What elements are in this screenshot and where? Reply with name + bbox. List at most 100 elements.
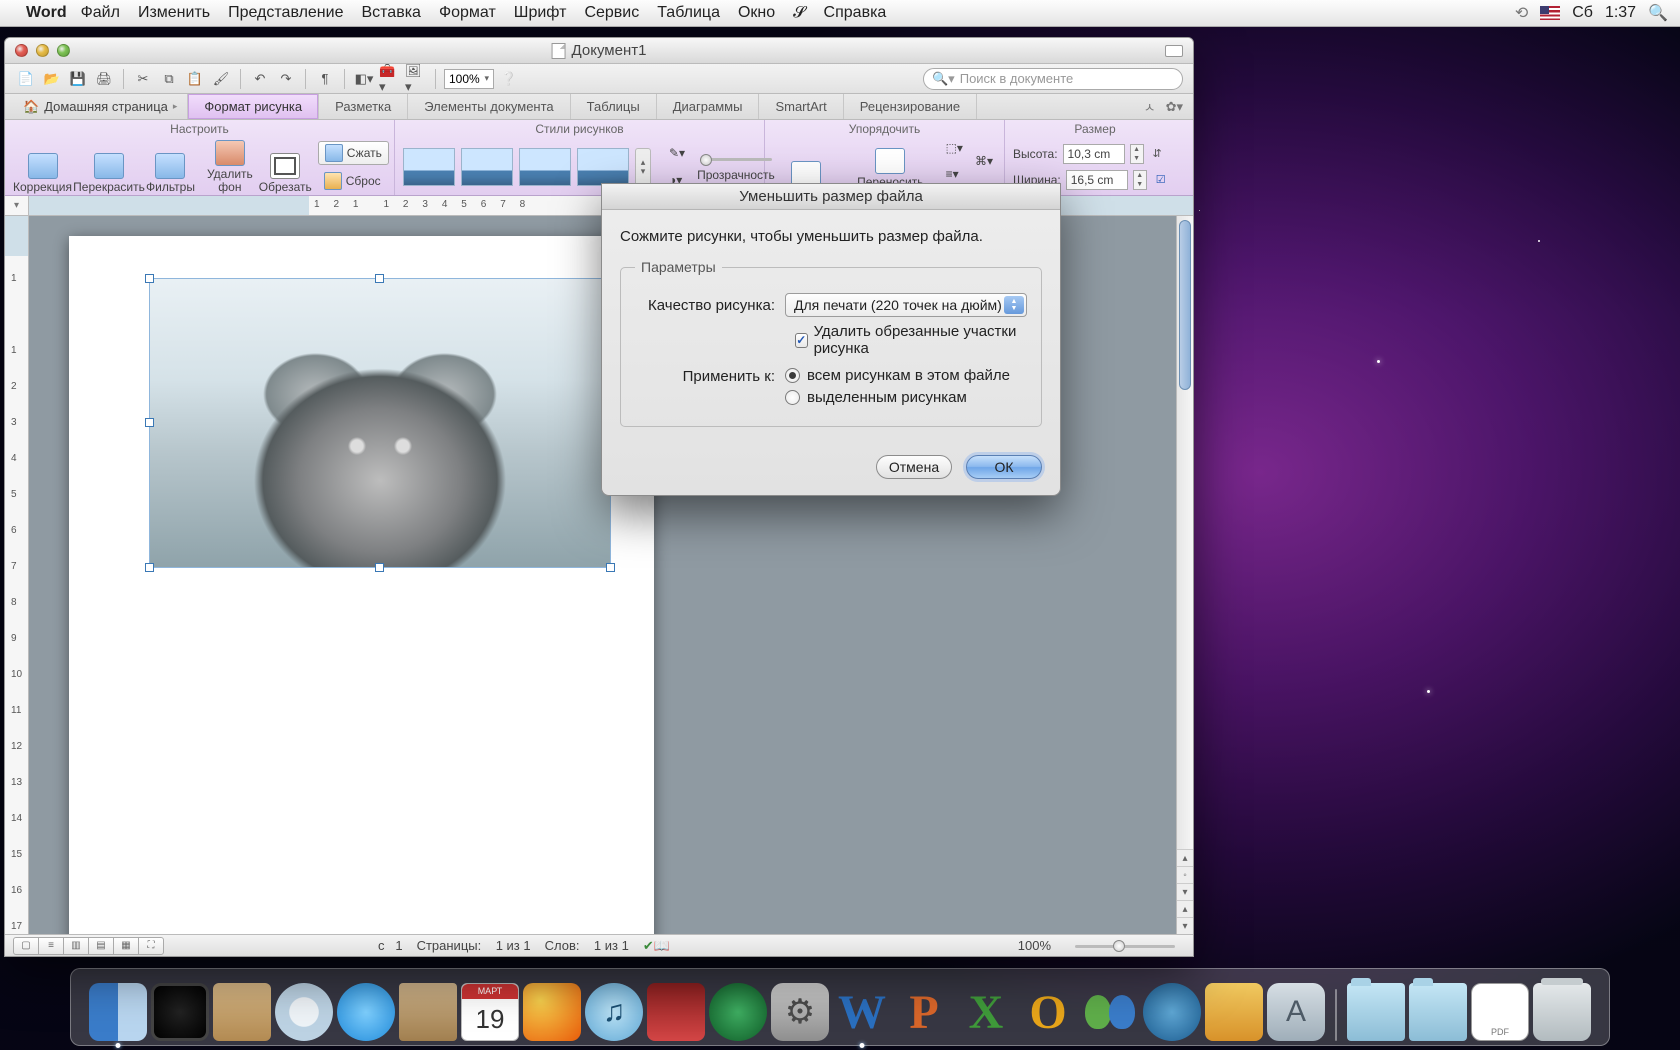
document-page[interactable] — [69, 236, 654, 934]
view-publishing[interactable]: ▥ — [63, 937, 89, 955]
zoom-combo[interactable]: 100% — [444, 69, 494, 89]
vertical-ruler[interactable]: 1 12345678910111213141516171819202122 — [5, 216, 29, 934]
dock-timemachine[interactable] — [709, 983, 767, 1041]
redo-icon[interactable]: ↷ — [275, 68, 297, 90]
spellcheck-icon[interactable]: ✔📖 — [643, 938, 670, 954]
format-painter-icon[interactable]: 🖌 — [210, 68, 232, 90]
dock-trash[interactable] — [1533, 983, 1591, 1041]
tab-smartart[interactable]: SmartArt — [759, 94, 843, 119]
gallery-more-icon[interactable]: ▴▾ — [635, 148, 651, 186]
dock-safari[interactable] — [275, 983, 333, 1041]
media-icon[interactable]: 🖼▾ — [405, 68, 427, 90]
scroll-up-icon[interactable]: ▴ — [1177, 900, 1193, 917]
script-menu-icon[interactable]: 𝓢 — [793, 4, 805, 22]
window-minimize-button[interactable] — [36, 44, 49, 57]
cancel-button[interactable]: Отмена — [876, 455, 952, 479]
dock-ical[interactable] — [461, 983, 519, 1041]
clock-day[interactable]: Сб — [1572, 4, 1593, 22]
dock-messenger[interactable] — [1081, 983, 1139, 1041]
ribbon-collapse-icon[interactable]: ㅅ — [1144, 97, 1156, 116]
dock-communicator[interactable] — [1143, 983, 1201, 1041]
corrections-button[interactable]: Коррекция — [13, 139, 72, 195]
filters-button[interactable]: Фильтры — [146, 139, 195, 195]
apply-all-radio[interactable] — [785, 368, 800, 383]
dock-word[interactable]: W — [833, 983, 891, 1041]
dock-mail[interactable] — [213, 983, 271, 1041]
save-icon[interactable]: 💾 — [67, 68, 89, 90]
view-outline[interactable]: ≡ — [38, 937, 64, 955]
dock-addressbook[interactable] — [399, 983, 457, 1041]
show-formatting-icon[interactable]: ¶ — [314, 68, 336, 90]
spotlight-icon[interactable]: 🔍 — [1648, 3, 1668, 23]
cut-icon[interactable]: ✂ — [132, 68, 154, 90]
tab-review[interactable]: Рецензирование — [844, 94, 977, 119]
ribbon-settings-icon[interactable]: ✿▾ — [1166, 99, 1183, 115]
reset-button[interactable]: Сброс — [318, 169, 389, 193]
compress-button[interactable]: Сжать — [318, 141, 389, 165]
dock-outlook[interactable]: O — [1019, 983, 1077, 1041]
menu-font[interactable]: Шрифт — [514, 4, 567, 22]
toolbar-toggle-button[interactable] — [1165, 45, 1183, 57]
height-field[interactable]: 10,3 cm — [1063, 144, 1125, 164]
tab-tables[interactable]: Таблицы — [571, 94, 657, 119]
group-button[interactable]: ⌘▾ — [972, 149, 996, 173]
lock-aspect-icon[interactable]: ⇵ — [1153, 147, 1162, 160]
reorder-button[interactable]: ⬚▾ — [943, 136, 966, 160]
dock-documents-folder[interactable] — [1409, 983, 1467, 1041]
search-input[interactable]: 🔍▾ Поиск в документе — [923, 68, 1183, 90]
dock-remote-desktop[interactable] — [1205, 983, 1263, 1041]
input-source-flag-icon[interactable] — [1540, 6, 1560, 20]
open-icon[interactable]: 📂 — [41, 68, 63, 90]
vertical-scrollbar[interactable]: ▴ ◦ ▾ ▴ ▾ — [1176, 216, 1193, 934]
dock-finder[interactable] — [89, 983, 147, 1041]
tab-picture-format[interactable]: Формат рисунка — [188, 94, 319, 119]
menu-format[interactable]: Формат — [439, 4, 496, 22]
view-fullscreen[interactable]: ⛶ — [138, 937, 164, 955]
new-doc-icon[interactable]: 📄 — [15, 68, 37, 90]
dock-ichat[interactable] — [337, 983, 395, 1041]
next-page-icon[interactable]: ▾ — [1177, 883, 1193, 900]
print-icon[interactable]: 🖨 — [93, 68, 115, 90]
selected-picture[interactable] — [149, 278, 611, 568]
width-field[interactable]: 16,5 cm — [1066, 170, 1128, 190]
window-titlebar[interactable]: Документ1 — [5, 38, 1193, 64]
app-menu[interactable]: Word — [26, 4, 67, 22]
sidebar-icon[interactable]: ◧▾ — [353, 68, 375, 90]
menu-insert[interactable]: Вставка — [361, 4, 420, 22]
dock-itunes[interactable] — [585, 983, 643, 1041]
tab-document-elements[interactable]: Элементы документа — [408, 94, 570, 119]
menu-window[interactable]: Окно — [738, 4, 775, 22]
menu-file[interactable]: Файл — [81, 4, 120, 22]
browse-object-icon[interactable]: ◦ — [1177, 866, 1193, 883]
menu-table[interactable]: Таблица — [657, 4, 720, 22]
scroll-down-icon[interactable]: ▾ — [1177, 917, 1193, 934]
dock-excel[interactable]: X — [957, 983, 1015, 1041]
crop-button[interactable]: Обрезать — [259, 139, 312, 195]
zoom-slider[interactable] — [1065, 939, 1185, 953]
tab-charts[interactable]: Диаграммы — [657, 94, 760, 119]
remove-bg-button[interactable]: Удалить фон — [207, 139, 253, 195]
menu-tools[interactable]: Сервис — [584, 4, 639, 22]
ok-button[interactable]: ОК — [966, 455, 1042, 479]
quality-select[interactable]: Для печати (220 точек на дюйм) ▲▼ — [785, 293, 1027, 317]
dock-syspref[interactable] — [771, 983, 829, 1041]
apply-selected-radio[interactable] — [785, 390, 800, 405]
dock-appstore[interactable] — [1267, 983, 1325, 1041]
paste-icon[interactable]: 📋 — [184, 68, 206, 90]
tab-home[interactable]: 🏠Домашняя страница▸ — [13, 94, 188, 119]
delete-cropped-checkbox[interactable]: ✓ — [795, 333, 808, 348]
height-stepper[interactable]: ▲▼ — [1130, 144, 1144, 164]
recolor-button[interactable]: Перекрасить — [78, 139, 140, 195]
menu-edit[interactable]: Изменить — [138, 4, 210, 22]
toolbox-icon[interactable]: 🧰▾ — [379, 68, 401, 90]
dock-iphoto[interactable] — [523, 983, 581, 1041]
prev-page-icon[interactable]: ▴ — [1177, 849, 1193, 866]
clock-time[interactable]: 1:37 — [1605, 4, 1636, 22]
dock-applications-folder[interactable] — [1347, 983, 1405, 1041]
tab-layout[interactable]: Разметка — [319, 94, 408, 119]
window-close-button[interactable] — [15, 44, 28, 57]
transparency-slider[interactable] — [700, 152, 772, 166]
dock-imovie[interactable] — [647, 983, 705, 1041]
dock-powerpoint[interactable]: P — [895, 983, 953, 1041]
border-button[interactable]: ✎▾ — [663, 141, 691, 165]
